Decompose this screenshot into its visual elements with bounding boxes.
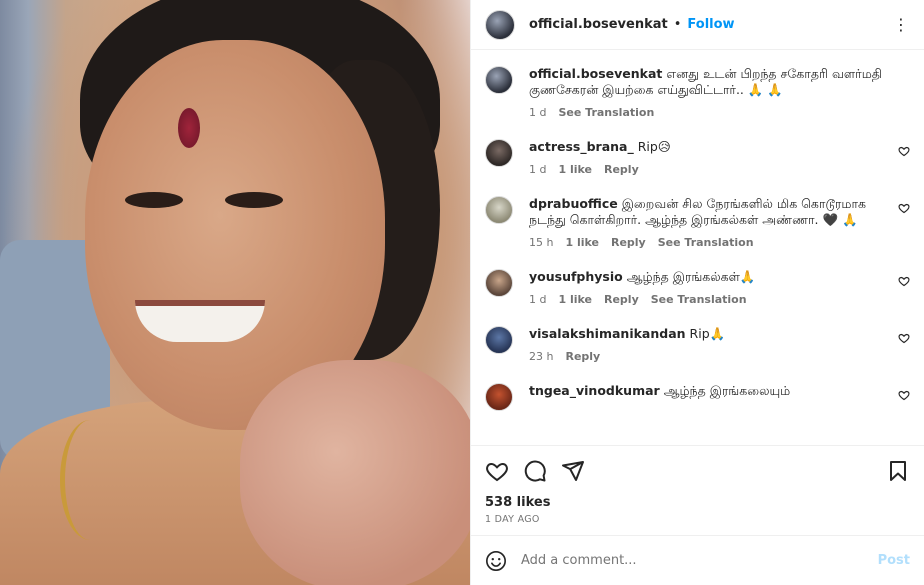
comment-likes[interactable]: 1 like: [565, 236, 599, 249]
comment-avatar[interactable]: [485, 269, 513, 297]
photo-necklace: [60, 420, 120, 540]
comment-time: 1 d: [529, 163, 547, 176]
photo-left-eye: [125, 192, 183, 208]
post-side-panel: official.bosevenkat • Follow ⋮ official.…: [470, 0, 924, 585]
bookmark-icon[interactable]: [886, 459, 910, 483]
comment-username[interactable]: actress_brana_: [529, 139, 634, 154]
comment-avatar[interactable]: [485, 66, 513, 94]
comment-content: ஆழ்ந்த இரங்கலையும்: [663, 383, 791, 398]
comment-item: actress_brana_ Rip😥 1 d 1 like Reply: [485, 139, 910, 176]
comment-username[interactable]: official.bosevenkat: [529, 66, 662, 81]
comment-item: visalakshimanikandan Rip🙏 23 h Reply: [485, 326, 910, 363]
see-translation-link[interactable]: See Translation: [651, 293, 747, 306]
comment-likes[interactable]: 1 like: [558, 163, 592, 176]
likes-count[interactable]: 538 likes: [471, 495, 924, 510]
comment-item: yousufphysio ஆழ்ந்த இரங்கல்கள்🙏 1 d 1 li…: [485, 269, 910, 306]
comment-meta: 1 d See Translation: [529, 106, 882, 119]
see-translation-link[interactable]: See Translation: [658, 236, 754, 249]
comment-item: tngea_vinodkumar ஆழ்ந்த இரங்கலையும்: [485, 383, 910, 411]
post-actions-bar: [471, 445, 924, 495]
comment-username[interactable]: dprabuoffice: [529, 196, 618, 211]
like-heart-icon[interactable]: [485, 459, 509, 483]
instagram-post-view: official.bosevenkat • Follow ⋮ official.…: [0, 0, 924, 585]
photo-bindi: [178, 108, 200, 148]
comment-text: tngea_vinodkumar ஆழ்ந்த இரங்கலையும்: [529, 383, 882, 399]
comment-heart-icon[interactable]: [898, 202, 910, 214]
comment-avatar[interactable]: [485, 139, 513, 167]
comment-avatar[interactable]: [485, 383, 513, 411]
comment-avatar[interactable]: [485, 196, 513, 224]
comment-input[interactable]: [521, 553, 878, 568]
post-photo[interactable]: [0, 0, 470, 585]
comments-list[interactable]: official.bosevenkat எனது உடன் பிறந்த சகோ…: [471, 50, 924, 445]
caption-comment: official.bosevenkat எனது உடன் பிறந்த சகோ…: [485, 66, 910, 119]
author-avatar[interactable]: [485, 9, 515, 40]
comment-time: 15 h: [529, 236, 554, 249]
photo-right-eye: [225, 192, 283, 208]
reply-button[interactable]: Reply: [565, 350, 600, 363]
comment-icon[interactable]: [523, 459, 547, 483]
reply-button[interactable]: Reply: [604, 293, 639, 306]
comment-item: dprabuoffice இறைவன் சில நேரங்களில் மிக க…: [485, 196, 910, 249]
comment-meta: 23 h Reply: [529, 350, 882, 363]
comment-time: 1 d: [529, 293, 547, 306]
reply-button[interactable]: Reply: [604, 163, 639, 176]
photo-hand: [240, 360, 470, 585]
post-header: official.bosevenkat • Follow ⋮: [471, 0, 924, 50]
comment-time: 1 d: [529, 106, 547, 119]
share-icon[interactable]: [561, 459, 585, 483]
emoji-icon[interactable]: [485, 550, 507, 572]
reply-button[interactable]: Reply: [611, 236, 646, 249]
comment-content: Rip🙏: [689, 326, 726, 341]
see-translation-link[interactable]: See Translation: [558, 106, 654, 119]
author-username[interactable]: official.bosevenkat: [529, 17, 668, 32]
post-comment-button[interactable]: Post: [878, 553, 910, 568]
post-time-ago[interactable]: 1 DAY AGO: [471, 510, 924, 535]
comment-avatar[interactable]: [485, 326, 513, 354]
comment-likes[interactable]: 1 like: [558, 293, 592, 306]
comment-heart-icon[interactable]: [898, 275, 910, 287]
comment-content: ஆழ்ந்த இரங்கல்கள்🙏: [626, 269, 756, 284]
comment-text: dprabuoffice இறைவன் சில நேரங்களில் மிக க…: [529, 196, 882, 228]
comment-meta: 15 h 1 like Reply See Translation: [529, 236, 882, 249]
comment-heart-icon[interactable]: [898, 145, 910, 157]
comment-username[interactable]: tngea_vinodkumar: [529, 383, 660, 398]
comment-heart-icon[interactable]: [898, 389, 910, 401]
header-separator: •: [673, 17, 682, 32]
more-options-icon[interactable]: ⋮: [893, 15, 910, 34]
add-comment-bar: Post: [471, 535, 924, 585]
comment-text: actress_brana_ Rip😥: [529, 139, 882, 155]
follow-button[interactable]: Follow: [687, 17, 734, 32]
comment-username[interactable]: yousufphysio: [529, 269, 623, 284]
comment-meta: 1 d 1 like Reply See Translation: [529, 293, 882, 306]
comment-content: Rip😥: [637, 139, 671, 154]
comment-meta: 1 d 1 like Reply: [529, 163, 882, 176]
comment-time: 23 h: [529, 350, 554, 363]
comment-text: yousufphysio ஆழ்ந்த இரங்கல்கள்🙏: [529, 269, 882, 285]
comment-heart-icon[interactable]: [898, 332, 910, 344]
comment-text: official.bosevenkat எனது உடன் பிறந்த சகோ…: [529, 66, 882, 98]
comment-text: visalakshimanikandan Rip🙏: [529, 326, 882, 342]
comment-username[interactable]: visalakshimanikandan: [529, 326, 686, 341]
